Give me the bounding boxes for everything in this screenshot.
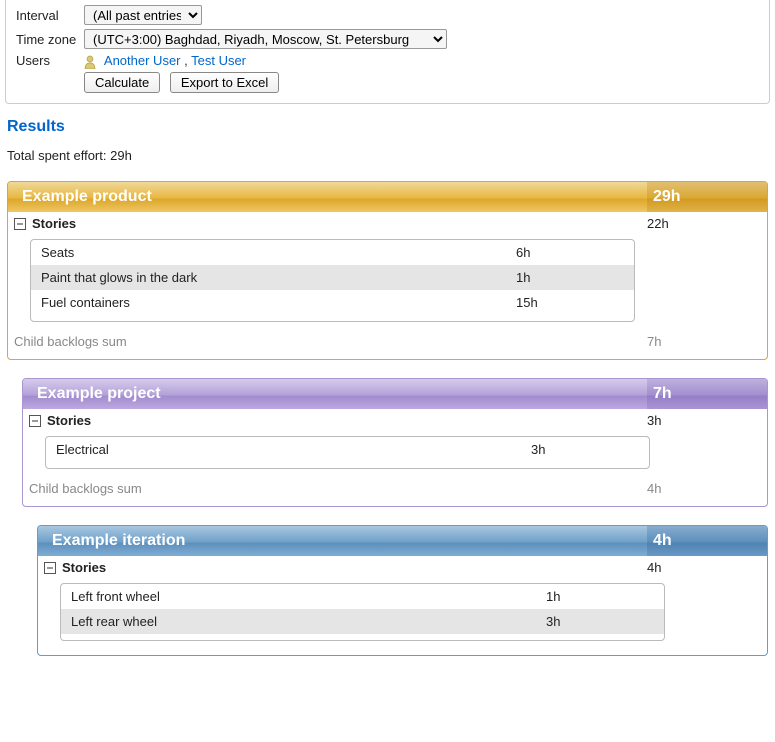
interval-label: Interval xyxy=(16,8,84,23)
product-block: Example product29hStories22hSeats6hPaint… xyxy=(7,181,768,360)
timezone-select[interactable]: (UTC+3:00) Baghdad, Riyadh, Moscow, St. … xyxy=(84,29,447,49)
story-row: Left front wheel1h xyxy=(61,584,664,609)
stories-table: Electrical3h xyxy=(45,436,650,469)
story-hours: 6h xyxy=(516,245,624,260)
collapse-icon[interactable] xyxy=(44,562,56,574)
story-row: Left rear wheel3h xyxy=(61,609,664,634)
stories-hours: 22h xyxy=(641,216,761,231)
story-hours: 3h xyxy=(546,614,654,629)
child-sum-hours: 4h xyxy=(641,481,761,496)
story-hours: 3h xyxy=(531,442,639,457)
block-title: Example iteration xyxy=(38,532,647,550)
export-button[interactable]: Export to Excel xyxy=(170,72,279,93)
user-separator: , xyxy=(181,53,192,68)
block-header: Example iteration4h xyxy=(38,526,767,556)
story-hours: 15h xyxy=(516,295,624,310)
stories-hours: 4h xyxy=(641,560,761,575)
story-row: Paint that glows in the dark1h xyxy=(31,265,634,290)
block-hours: 29h xyxy=(647,182,767,212)
block-hours: 7h xyxy=(647,379,767,409)
block-header: Example product29h xyxy=(8,182,767,212)
story-name: Electrical xyxy=(56,442,531,457)
story-name: Left front wheel xyxy=(71,589,546,604)
results-heading: Results xyxy=(7,118,768,136)
stories-section: Stories3h xyxy=(23,409,767,432)
child-sum-label: Child backlogs sum xyxy=(14,334,641,349)
collapse-icon[interactable] xyxy=(14,218,26,230)
block-title: Example project xyxy=(23,385,647,403)
stories-table: Left front wheel1hLeft rear wheel3h xyxy=(60,583,665,641)
users-label: Users xyxy=(16,53,84,68)
story-row: Fuel containers15h xyxy=(31,290,634,315)
timezone-label: Time zone xyxy=(16,32,84,47)
stories-table: Seats6hPaint that glows in the dark1hFue… xyxy=(30,239,635,322)
interval-select[interactable]: (All past entries) xyxy=(84,5,202,25)
stories-label: Stories xyxy=(62,560,641,575)
story-name: Left rear wheel xyxy=(71,614,546,629)
project-block: Example project7hStories3hElectrical3hCh… xyxy=(22,378,768,507)
calculate-button[interactable]: Calculate xyxy=(84,72,160,93)
block-title: Example product xyxy=(8,188,647,206)
stories-hours: 3h xyxy=(641,413,761,428)
user-icon xyxy=(84,55,96,68)
story-name: Paint that glows in the dark xyxy=(41,270,516,285)
filter-form: Interval (All past entries) Time zone (U… xyxy=(5,0,770,104)
story-hours: 1h xyxy=(516,270,624,285)
stories-label: Stories xyxy=(32,216,641,231)
block-hours: 4h xyxy=(647,526,767,556)
story-name: Fuel containers xyxy=(41,295,516,310)
stories-section: Stories4h xyxy=(38,556,767,579)
child-sum-label: Child backlogs sum xyxy=(29,481,641,496)
user-link[interactable]: Test User xyxy=(191,53,246,68)
stories-section: Stories22h xyxy=(8,212,767,235)
child-backlogs-sum: Child backlogs sum4h xyxy=(23,477,767,500)
story-name: Seats xyxy=(41,245,516,260)
collapse-icon[interactable] xyxy=(29,415,41,427)
iteration-block: Example iteration4hStories4hLeft front w… xyxy=(37,525,768,656)
user-link[interactable]: Another User xyxy=(104,53,181,68)
block-header: Example project7h xyxy=(23,379,767,409)
total-effort: Total spent effort: 29h xyxy=(7,148,768,163)
stories-label: Stories xyxy=(47,413,641,428)
child-sum-hours: 7h xyxy=(641,334,761,349)
story-hours: 1h xyxy=(546,589,654,604)
story-row: Electrical3h xyxy=(46,437,649,462)
child-backlogs-sum: Child backlogs sum7h xyxy=(8,330,767,353)
story-row: Seats6h xyxy=(31,240,634,265)
